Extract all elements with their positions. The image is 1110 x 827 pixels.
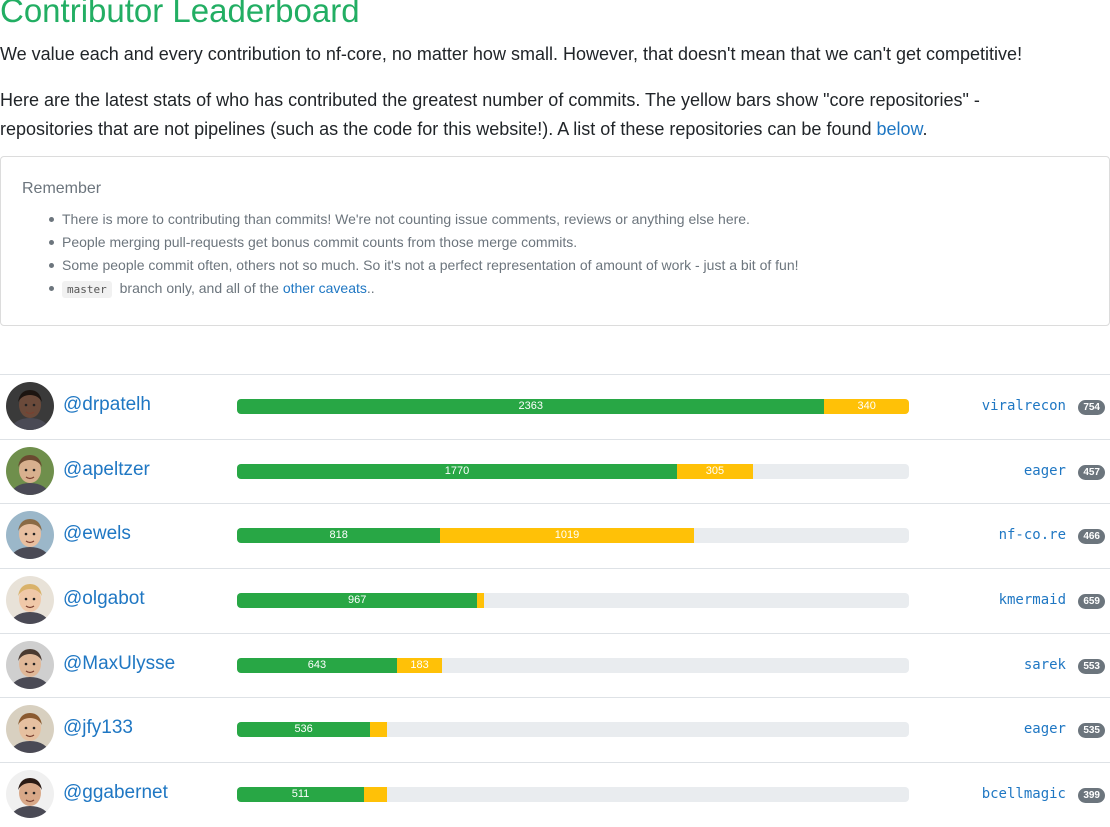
commit-bar: 1770 305 xyxy=(237,463,909,479)
username-link[interactable]: @apeltzer xyxy=(63,459,150,481)
leaderboard-row: @drpatelh 2363 340 viralrecon 754 xyxy=(0,374,1110,439)
remember-item-text: branch only, and all of the xyxy=(115,280,283,296)
repo-commit-count-badge: 659 xyxy=(1078,594,1105,610)
leaderboard-row: @jfy133 536 eager 535 xyxy=(0,697,1110,762)
intro-paragraph-2: Here are the latest stats of who has con… xyxy=(0,86,1040,144)
core-commits-segment: 183 xyxy=(396,657,443,673)
leaderboard: @drpatelh 2363 340 viralrecon 754 @apeltzer 17… xyxy=(0,374,1110,827)
top-repo-link[interactable]: sarek xyxy=(1024,657,1066,673)
core-commits-segment: 305 xyxy=(677,463,753,479)
username-link[interactable]: @ewels xyxy=(63,523,131,545)
leaderboard-row: @apeltzer 1770 305 eager 457 xyxy=(0,438,1110,504)
pipeline-commits-segment: 967 xyxy=(237,593,478,609)
intro-end: . xyxy=(922,119,928,139)
commit-bar: 536 xyxy=(237,722,909,738)
commit-bar: 2363 340 xyxy=(237,399,909,414)
remember-list: There is more to contributing than commi… xyxy=(49,208,799,301)
username-link[interactable]: @olgabot xyxy=(63,588,145,610)
leaderboard-row: @MaxUlysse 643 183 sarek 553 xyxy=(0,632,1110,698)
pipeline-commits-segment: 1770 xyxy=(237,463,678,479)
repo-commit-count-badge: 754 xyxy=(1078,400,1105,415)
top-repo-link[interactable]: viralrecon xyxy=(982,398,1066,414)
commit-bar: 818 1019 xyxy=(237,528,909,544)
avatar[interactable] xyxy=(6,770,54,819)
leaderboard-row: @ggabernet 511 bcellmagic 399 xyxy=(0,762,1110,827)
avatar[interactable] xyxy=(6,576,54,625)
remember-heading: Remember xyxy=(22,180,102,197)
pipeline-commits-segment: 536 xyxy=(237,722,371,738)
leaderboard-row: @olgabot 967 kmermaid 659 xyxy=(0,568,1110,633)
username-link[interactable]: @jfy133 xyxy=(63,717,133,739)
below-link[interactable]: below xyxy=(877,119,923,139)
avatar[interactable] xyxy=(6,511,54,560)
top-repo-link[interactable]: bcellmagic xyxy=(982,786,1066,802)
page-title: Contributor Leaderboard xyxy=(0,0,360,29)
repo-commit-count-badge: 466 xyxy=(1078,529,1105,545)
username-link[interactable]: @ggabernet xyxy=(63,782,168,804)
core-commits-segment xyxy=(370,722,388,738)
commit-bar: 511 xyxy=(237,787,909,803)
leaderboard-row: @ewels 818 1019 nf-co.re 466 xyxy=(0,503,1110,568)
avatar[interactable] xyxy=(6,705,54,754)
pipeline-commits-segment: 511 xyxy=(237,787,365,803)
top-repo-link[interactable]: nf-co.re xyxy=(999,527,1066,543)
intro-paragraph-1: We value each and every contribution to … xyxy=(0,44,1023,64)
branch-code: master xyxy=(62,281,112,298)
repo-commit-count-badge: 553 xyxy=(1078,658,1105,674)
intro-text: Here are the latest stats of who has con… xyxy=(0,90,980,139)
username-link[interactable]: @drpatelh xyxy=(63,394,151,416)
username-link[interactable]: @MaxUlysse xyxy=(63,653,175,675)
top-repo-link[interactable]: eager xyxy=(1024,721,1066,737)
pipeline-commits-segment: 643 xyxy=(237,657,397,673)
remember-callout: Remember There is more to contributing t… xyxy=(0,156,1110,326)
commit-bar: 643 183 xyxy=(237,657,909,673)
core-commits-segment: 1019 xyxy=(440,528,694,544)
avatar[interactable] xyxy=(6,640,54,689)
pipeline-commits-segment: 2363 xyxy=(237,399,825,414)
top-repo-link[interactable]: kmermaid xyxy=(999,592,1066,608)
core-commits-segment: 340 xyxy=(824,399,909,414)
remember-item: There is more to contributing than commi… xyxy=(49,208,799,231)
repo-commit-count-badge: 399 xyxy=(1078,788,1105,804)
core-commits-segment xyxy=(364,787,387,803)
other-caveats-link[interactable]: other caveats xyxy=(283,280,367,296)
avatar[interactable] xyxy=(6,382,54,430)
remember-item: Some people commit often, others not so … xyxy=(49,254,799,277)
top-repo-link[interactable]: eager xyxy=(1024,463,1066,479)
repo-commit-count-badge: 457 xyxy=(1078,464,1105,480)
core-commits-segment xyxy=(477,593,485,609)
repo-commit-count-badge: 535 xyxy=(1078,723,1105,739)
remember-item: People merging pull-requests get bonus c… xyxy=(49,231,799,254)
remember-item-end: .. xyxy=(366,280,375,296)
commit-bar: 967 xyxy=(237,593,909,609)
remember-item: master branch only, and all of the other… xyxy=(49,277,799,301)
pipeline-commits-segment: 818 xyxy=(237,528,441,544)
avatar[interactable] xyxy=(6,446,54,495)
